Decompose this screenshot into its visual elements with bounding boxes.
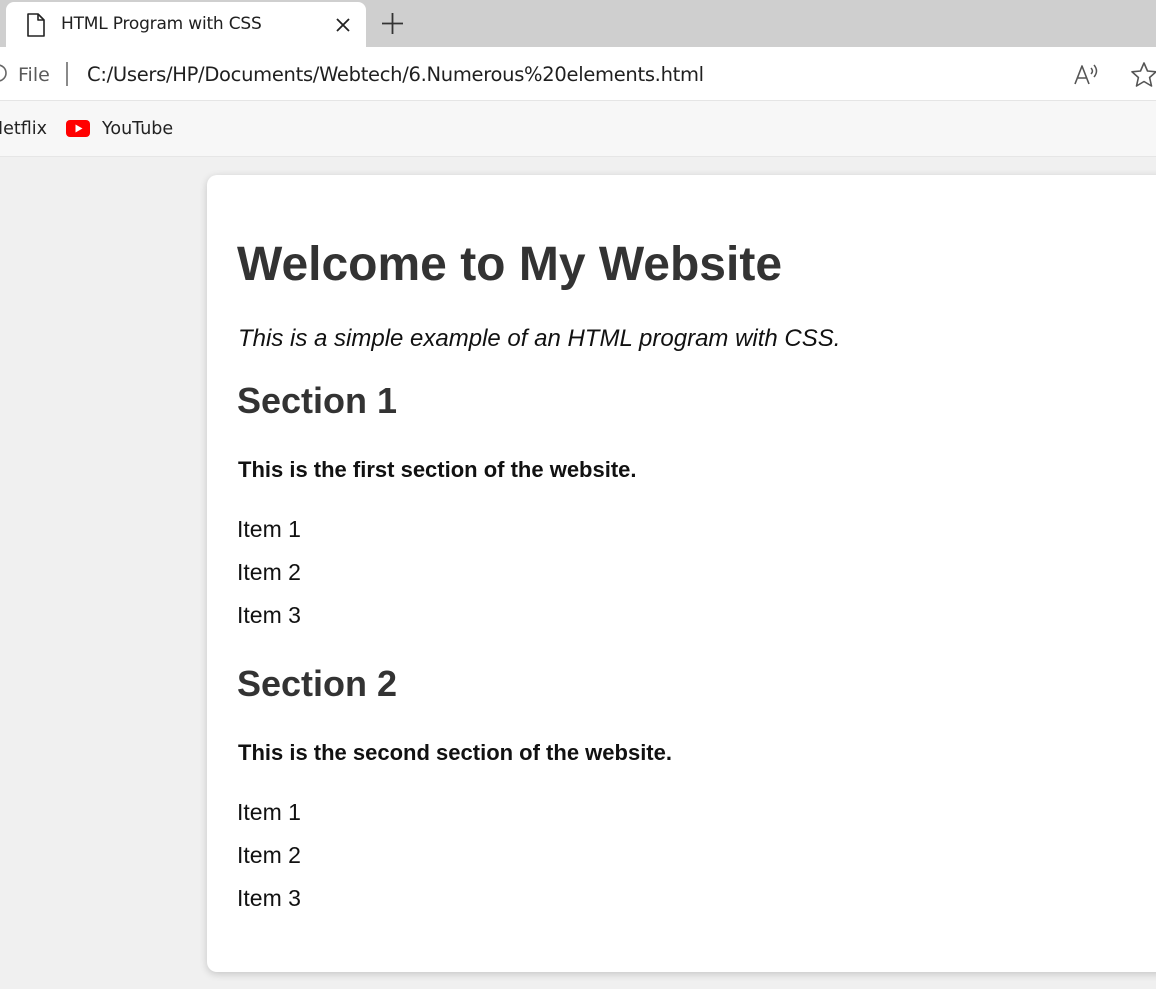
bookmark-netflix[interactable]: Netflix (0, 119, 47, 139)
close-icon[interactable] (334, 16, 352, 34)
youtube-icon (66, 120, 90, 137)
section-heading: Section 1 (237, 380, 398, 421)
tab-strip: HTML Program with CSS (0, 0, 1156, 47)
list-item: Item 3 (237, 602, 301, 628)
page-title: Welcome to My Website (237, 238, 783, 291)
content-card: Welcome to My Website This is a simple e… (207, 175, 1156, 972)
list-item: Item 3 (237, 885, 301, 911)
page-viewport: Welcome to My Website This is a simple e… (0, 157, 1156, 989)
read-aloud-icon[interactable] (1073, 62, 1101, 88)
scheme-label[interactable]: File (18, 64, 50, 86)
new-tab-icon[interactable] (380, 11, 405, 36)
url-input[interactable]: C:/Users/HP/Documents/Webtech/6.Numerous… (87, 63, 704, 86)
info-icon[interactable] (0, 63, 8, 83)
intro-text: This is a simple example of an HTML prog… (238, 325, 841, 352)
list-item: Item 2 (237, 559, 301, 585)
page-icon (27, 13, 45, 37)
list-item: Item 2 (237, 842, 301, 868)
address-separator (66, 62, 68, 86)
section-description: This is the first section of the website… (238, 457, 637, 482)
active-tab[interactable]: HTML Program with CSS (6, 2, 366, 47)
bookmarks-bar: Netflix YouTube (0, 101, 1156, 157)
list-item: Item 1 (237, 516, 301, 542)
list-item: Item 1 (237, 799, 301, 825)
address-bar: File C:/Users/HP/Documents/Webtech/6.Num… (0, 47, 1156, 101)
section-heading: Section 2 (237, 663, 398, 704)
tab-title: HTML Program with CSS (61, 14, 262, 34)
star-icon[interactable] (1130, 61, 1156, 89)
section-description: This is the second section of the websit… (238, 740, 672, 765)
bookmark-label: YouTube (102, 119, 174, 139)
